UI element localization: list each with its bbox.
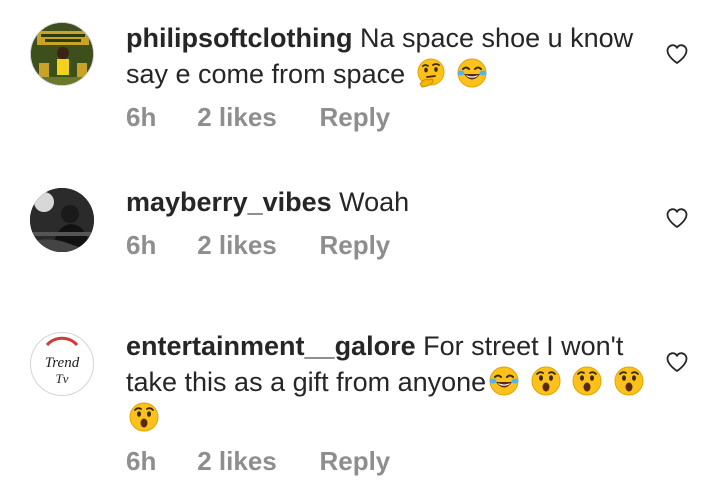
comment-time: 6h	[126, 230, 157, 260]
comment-time: 6h	[126, 446, 157, 476]
heart-outline-icon[interactable]	[664, 206, 690, 230]
heart-outline-icon[interactable]	[664, 42, 690, 66]
username[interactable]: entertainment__galore	[126, 331, 416, 361]
user-avatar[interactable]	[30, 188, 94, 252]
comment-meta: 6h 2 likes Reply	[126, 230, 390, 261]
comment-text: philipsoftclothing Na space shoe u know …	[126, 20, 646, 92]
hushed-face-icon	[571, 365, 603, 397]
avatar-text-trend: Trend	[45, 355, 80, 371]
username[interactable]: philipsoftclothing	[126, 23, 352, 53]
comment-text: mayberry_vibes Woah	[126, 184, 646, 220]
likes-count[interactable]: 2 likes	[197, 446, 312, 477]
avatar-text-tv: Tv	[56, 371, 69, 386]
comment-meta: 6h 2 likes Reply	[126, 102, 390, 133]
username[interactable]: mayberry_vibes	[126, 187, 332, 217]
hushed-face-icon	[613, 365, 645, 397]
user-avatar[interactable]	[30, 22, 94, 86]
comment-meta: 6h 2 likes Reply	[126, 446, 390, 477]
trend-tv-avatar-image: Trend Tv	[32, 334, 92, 394]
likes-count[interactable]: 2 likes	[197, 102, 312, 133]
hushed-face-icon	[128, 401, 160, 433]
comment-time: 6h	[126, 102, 157, 132]
philipsoftclothing-avatar-image	[31, 23, 93, 85]
comment-body: Woah	[339, 187, 410, 217]
heart-outline-icon[interactable]	[664, 350, 690, 374]
user-avatar[interactable]: Trend Tv	[30, 332, 94, 396]
face-with-tears-of-joy-icon	[456, 57, 488, 89]
hushed-face-icon	[530, 365, 562, 397]
reply-button[interactable]: Reply	[319, 102, 390, 133]
comment-text: entertainment__galore For street I won't…	[126, 328, 646, 436]
mayberry-vibes-avatar-image	[30, 188, 94, 252]
face-with-tears-of-joy-icon	[488, 365, 520, 397]
reply-button[interactable]: Reply	[319, 230, 390, 261]
thinking-face-icon	[415, 57, 447, 89]
reply-button[interactable]: Reply	[319, 446, 390, 477]
likes-count[interactable]: 2 likes	[197, 230, 312, 261]
